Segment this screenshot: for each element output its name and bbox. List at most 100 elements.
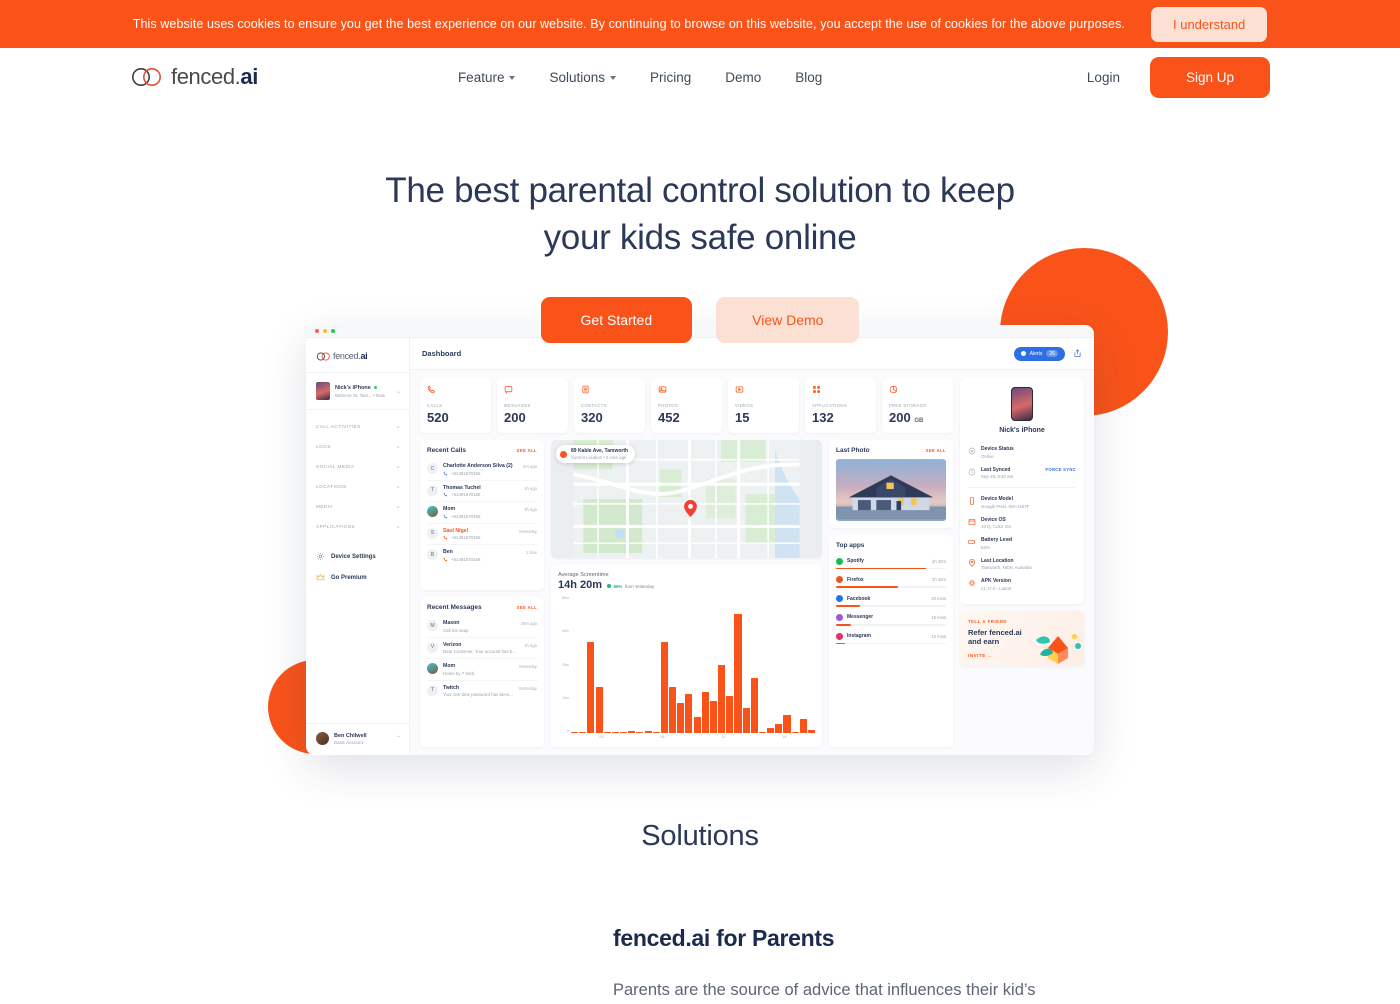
online-status-icon bbox=[373, 386, 377, 389]
screentime-delta: 86% from Yesterday bbox=[607, 584, 654, 589]
sidebar-item-media[interactable]: MEDIA ⌄ bbox=[306, 496, 409, 516]
call-number: +61491570156 bbox=[443, 471, 518, 476]
list-item[interactable]: M Mason Call me asap 20m ago bbox=[427, 616, 537, 638]
list-item[interactable]: Mom Home by 7 Nick. Yesterday bbox=[427, 659, 537, 681]
recent-calls-see-all[interactable]: SEE ALL bbox=[517, 448, 537, 453]
sidebar-item-logs[interactable]: LOGS ⌄ bbox=[306, 436, 409, 456]
stat-card-photos[interactable]: PHOTOS 452 bbox=[651, 378, 722, 433]
sidebar-user-profile[interactable]: Ben Chilwell Basic Account ⌃ bbox=[306, 723, 409, 755]
device-info-key: Device Model bbox=[981, 496, 1013, 502]
fenced-logo-icon bbox=[132, 68, 161, 86]
device-info-row-model: Device Model Google Pixel, SM-A107F bbox=[968, 492, 1076, 513]
house-photo-graphic bbox=[836, 460, 946, 520]
list-item[interactable]: S Saul Nigel +61491570156 Yesterday bbox=[427, 524, 537, 545]
dashboard-content: CALLS 520 MESSAGES 200 CONTACTS 320 PHOT… bbox=[410, 370, 1094, 755]
missed-call-icon bbox=[443, 535, 448, 540]
stat-card-messages[interactable]: MESSAGES 200 bbox=[497, 378, 568, 433]
share-icon[interactable] bbox=[1073, 349, 1082, 358]
stat-card-contacts[interactable]: CONTACTS 320 bbox=[574, 378, 645, 433]
top-app-row[interactable]: Firefox 2h 42m bbox=[836, 573, 946, 592]
login-link[interactable]: Login bbox=[1087, 70, 1120, 85]
map-address: 89 Kable Ave, Tamworth bbox=[571, 448, 629, 454]
chart-bar bbox=[677, 703, 685, 733]
sidebar-item-social-media[interactable]: SOCIAL MEDIA ⌄ bbox=[306, 456, 409, 476]
signup-button[interactable]: Sign Up bbox=[1149, 56, 1270, 98]
app-usage-fill bbox=[836, 567, 927, 570]
chevron-down-icon bbox=[509, 76, 516, 80]
refer-card[interactable]: TELL A FRIEND Refer fenced.ai and earn I… bbox=[960, 610, 1084, 667]
site-logo[interactable]: fenced.ai bbox=[130, 64, 258, 90]
top-apps-title: Top apps bbox=[836, 542, 865, 549]
device-info-name: Nick's iPhone bbox=[999, 427, 1045, 434]
nav-item-feature[interactable]: Feature bbox=[458, 70, 516, 85]
nav-item-demo[interactable]: Demo bbox=[725, 70, 761, 85]
incoming-call-icon bbox=[443, 514, 448, 518]
call-name: Mom bbox=[443, 506, 456, 512]
top-app-row[interactable]: Facebook 20 mins bbox=[836, 592, 946, 611]
chart-bar bbox=[742, 707, 750, 733]
recent-messages-see-all[interactable]: SEE ALL bbox=[517, 605, 537, 610]
top-app-row[interactable]: Messenger 15 mins bbox=[836, 610, 946, 629]
list-item[interactable]: B Ben +61491570156 1 Nov bbox=[427, 545, 537, 566]
app-usage-track bbox=[836, 567, 946, 570]
battery-icon bbox=[968, 540, 976, 544]
avatar bbox=[427, 506, 438, 517]
avatar: M bbox=[427, 620, 438, 631]
app-icon bbox=[836, 613, 843, 621]
list-item[interactable]: Mom +61491570156 3h ago bbox=[427, 502, 537, 524]
trend-up-icon bbox=[607, 584, 612, 588]
sidebar-item-go-premium[interactable]: Go Premium bbox=[316, 567, 409, 588]
chart-bar bbox=[669, 687, 677, 733]
stat-value: 452 bbox=[658, 410, 680, 425]
view-demo-button[interactable]: View Demo bbox=[716, 297, 860, 344]
chevron-down-icon bbox=[610, 76, 617, 80]
stat-card-calls[interactable]: CALLS 520 bbox=[420, 378, 491, 433]
recent-calls-title: Recent Calls bbox=[427, 447, 467, 454]
last-photo-see-all[interactable]: SEE ALL bbox=[926, 448, 946, 453]
get-started-button[interactable]: Get Started bbox=[540, 297, 693, 344]
app-usage-track bbox=[836, 605, 946, 607]
stat-card-videos[interactable]: VIDEOS 15 bbox=[728, 378, 799, 433]
device-selector[interactable]: Nick's iPhone Belmore St, Tam... • Now ⌄ bbox=[306, 373, 409, 410]
cookie-accept-button[interactable]: I understand bbox=[1151, 6, 1268, 42]
gear-icon bbox=[316, 552, 325, 561]
device-info-value: Tamworth, NSW, Australia bbox=[981, 565, 1032, 570]
app-name: Instagram bbox=[847, 633, 871, 640]
sidebar-item-call-activities[interactable]: CALL ACTIVITIES ⌄ bbox=[306, 416, 409, 436]
avatar bbox=[316, 732, 329, 745]
app-name: Facebook bbox=[847, 595, 871, 602]
list-item[interactable]: T Twitch Your one time password has been… bbox=[427, 681, 537, 702]
alerts-badge[interactable]: Alerts 26 bbox=[1013, 346, 1065, 361]
refer-title: Refer fenced.ai and earn bbox=[968, 627, 1022, 646]
os-icon bbox=[968, 518, 976, 525]
list-item[interactable]: C Charlotte Anderson Silva (2) +61491570… bbox=[427, 459, 537, 481]
nav-item-solutions[interactable]: Solutions bbox=[549, 70, 617, 85]
sidebar-item-applications[interactable]: APPLICATIONS ⌄ bbox=[306, 516, 409, 536]
stat-label: CONTACTS bbox=[581, 403, 607, 408]
user-plan: Basic Account bbox=[334, 739, 363, 745]
app-icon bbox=[836, 576, 843, 584]
sidebar-item-locations[interactable]: LOCATIONS ⌄ bbox=[306, 476, 409, 496]
nav-item-pricing[interactable]: Pricing bbox=[650, 70, 691, 85]
device-info-key: Device OS bbox=[981, 516, 1006, 523]
stat-value: 200 GB bbox=[889, 410, 924, 425]
location-map[interactable]: 89 Kable Ave, Tamworth Current Location … bbox=[551, 440, 822, 558]
chevron-down-icon: ⌄ bbox=[395, 483, 401, 490]
device-info-key: Device Status bbox=[981, 446, 1014, 452]
list-item[interactable]: V Verizon Dear Customer, Your account ha… bbox=[427, 638, 537, 659]
device-info-value: v1.17.0 - Latest bbox=[981, 585, 1012, 591]
sidebar-item-device-settings[interactable]: Device Settings bbox=[316, 546, 409, 567]
device-image bbox=[1011, 387, 1033, 421]
dashboard-logo[interactable]: fenced.ai bbox=[306, 338, 409, 373]
refer-kicker: TELL A FRIEND bbox=[968, 618, 1007, 624]
top-app-row[interactable]: Instagram 10 mins bbox=[836, 629, 946, 648]
message-sender: Mason bbox=[443, 620, 460, 626]
top-app-row[interactable]: Spotify 4h 42m bbox=[836, 554, 946, 573]
force-sync-button[interactable]: FORCE SYNC bbox=[1046, 467, 1076, 472]
last-photo-image[interactable] bbox=[836, 459, 946, 521]
stat-card-free-storage[interactable]: FREE STORAGE 200 GB bbox=[882, 378, 953, 433]
list-item[interactable]: T Thomas Tuchel +61491570156 1h ago bbox=[427, 481, 537, 502]
app-icon bbox=[836, 557, 843, 565]
nav-item-blog[interactable]: Blog bbox=[795, 70, 822, 85]
stat-card-applications[interactable]: APPLICATIONS 132 bbox=[805, 378, 876, 433]
